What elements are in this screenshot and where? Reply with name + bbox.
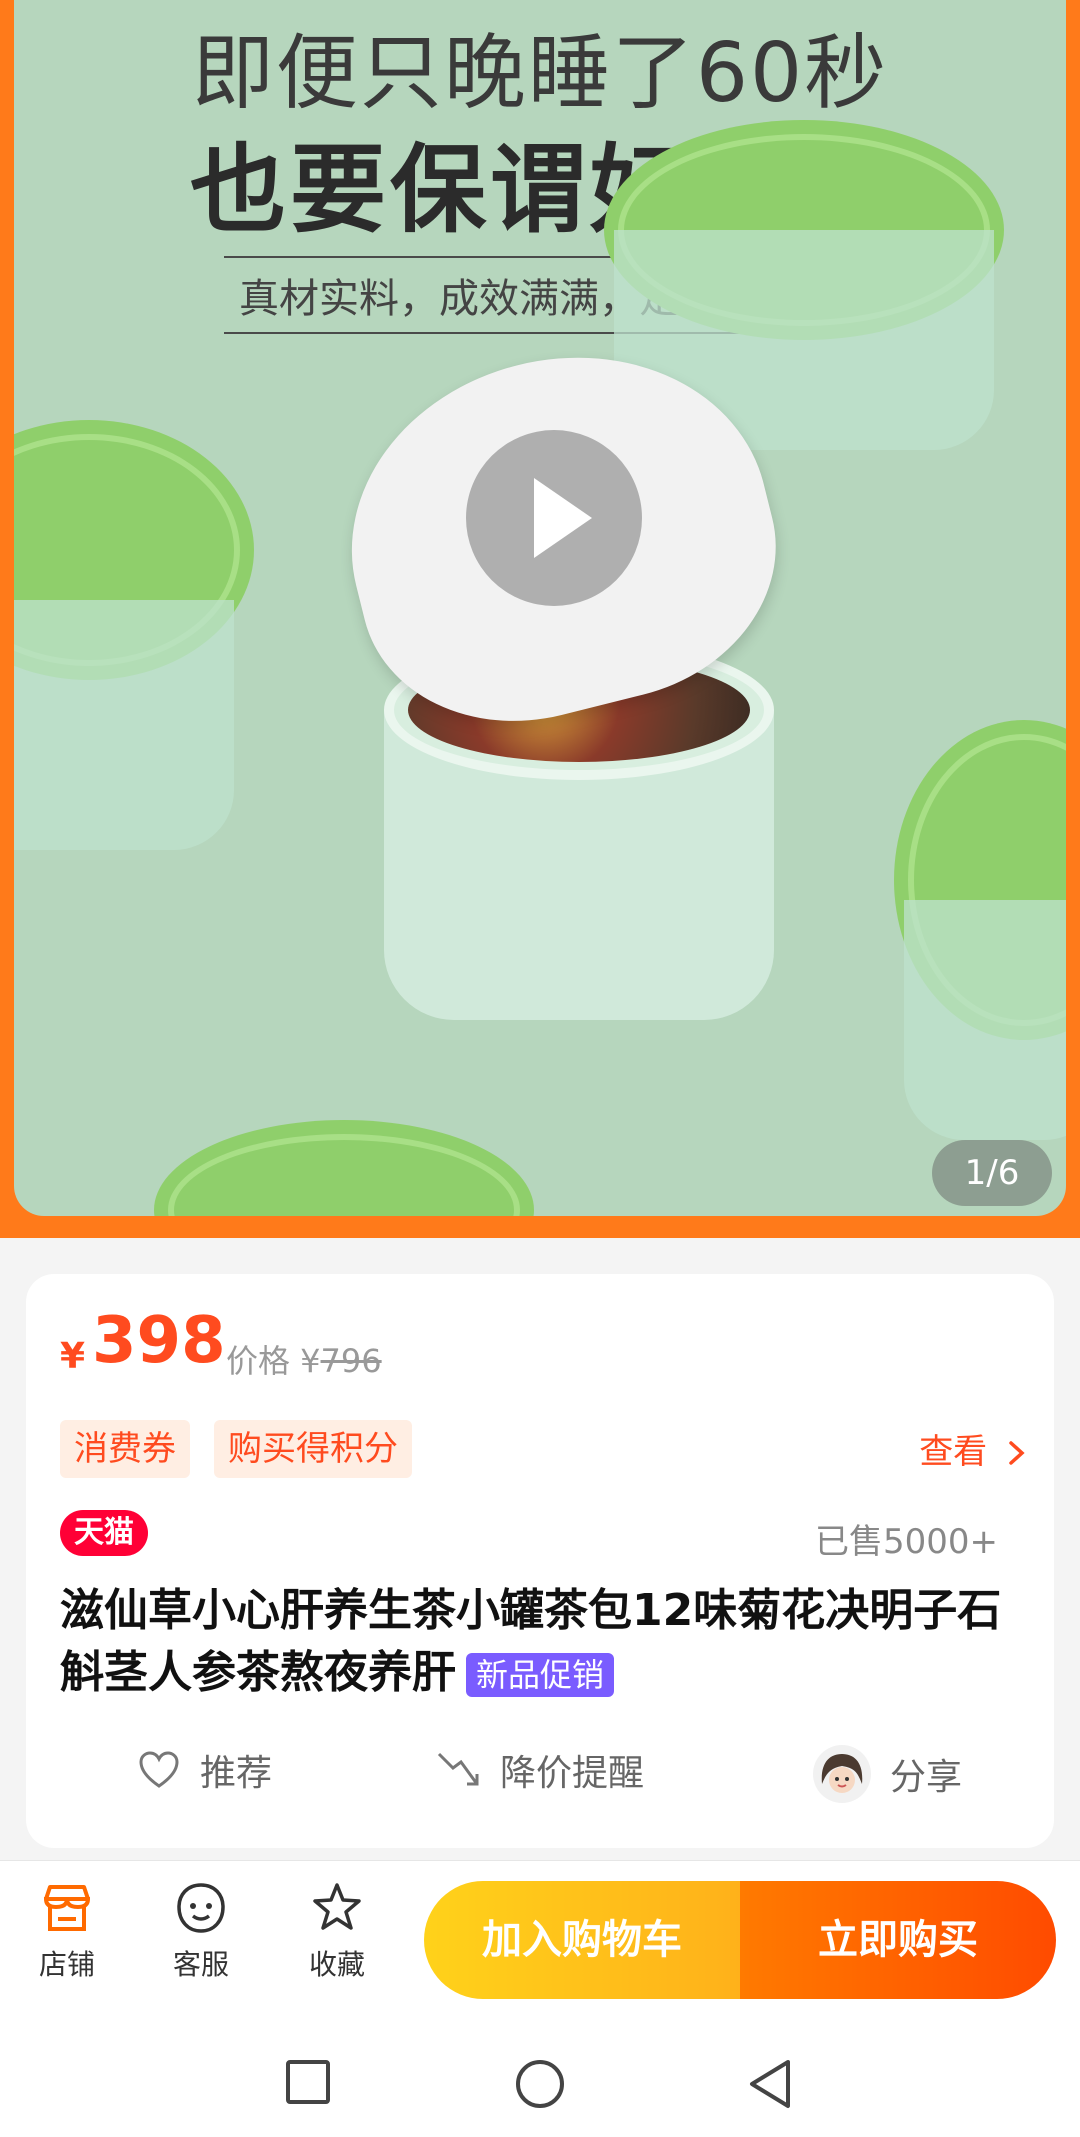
- original-price-value: 796: [320, 1342, 382, 1380]
- avatar-icon: [812, 1744, 872, 1804]
- service-label: 客服: [172, 1948, 229, 1981]
- star-icon: [313, 1883, 361, 1930]
- decor-cup: [154, 1120, 534, 1216]
- smiley-icon: [177, 1883, 225, 1933]
- favorite-tab[interactable]: 收藏: [282, 1881, 392, 1983]
- product-media[interactable]: 即便只晚睡了60秒 也要保谓好心肝 真材实料，成效满满，足料更高效 1/6: [0, 0, 1080, 1238]
- price-alert-label: 降价提醒: [500, 1753, 645, 1794]
- heart-icon: [136, 1747, 182, 1793]
- home-icon[interactable]: [514, 2058, 566, 2110]
- share-label: 分享: [890, 1757, 963, 1798]
- tmall-badge: 天猫: [60, 1510, 148, 1556]
- store-tab[interactable]: 店铺: [12, 1881, 122, 1983]
- buy-now-button[interactable]: 立即购买: [740, 1881, 1056, 1999]
- product-title: 滋仙草小心肝养生茶小罐茶包12味菊花决明子石斛茎人参茶熬夜养肝 新品促销: [60, 1580, 1020, 1704]
- decor-cup-body: [14, 600, 234, 850]
- back-icon[interactable]: [746, 2058, 794, 2110]
- recommend-button[interactable]: 推荐: [136, 1744, 272, 1796]
- system-navigation-bar: [0, 2008, 1080, 2137]
- store-label: 店铺: [38, 1948, 95, 1981]
- coupon-tag[interactable]: 消费券: [60, 1420, 190, 1478]
- see-offers-label: 查看: [919, 1432, 988, 1472]
- bottom-action-bar: 店铺 客服 收藏 加入购物车 立即购买: [0, 1860, 1080, 2009]
- original-price: 价格 ¥796: [226, 1336, 382, 1382]
- recent-apps-icon[interactable]: [284, 2058, 332, 2106]
- chevron-right-icon: [1008, 1432, 1026, 1472]
- favorite-label: 收藏: [308, 1948, 365, 1981]
- original-price-label: 价格 ¥: [226, 1342, 321, 1380]
- price-value: 398: [92, 1304, 226, 1378]
- decor-cup-body: [904, 900, 1066, 1140]
- see-offers-link[interactable]: 查看: [919, 1424, 1026, 1473]
- product-image[interactable]: 即便只晚睡了60秒 也要保谓好心肝 真材实料，成效满满，足料更高效: [14, 0, 1066, 1216]
- points-tag[interactable]: 购买得积分: [214, 1420, 412, 1478]
- price-alert-button[interactable]: 降价提醒: [436, 1744, 644, 1796]
- image-counter: 1/6: [932, 1140, 1052, 1206]
- promo-badge: 新品促销: [466, 1653, 615, 1697]
- sold-count: 已售5000+: [814, 1522, 998, 1562]
- share-button[interactable]: 分享: [812, 1744, 962, 1804]
- hero-headline: 即便只晚睡了60秒: [191, 26, 889, 121]
- store-icon: [43, 1885, 91, 1931]
- play-video-button[interactable]: [466, 430, 642, 606]
- recommend-label: 推荐: [200, 1753, 273, 1794]
- customer-service-tab[interactable]: 客服: [146, 1881, 256, 1983]
- product-info-card: ¥ 398 价格 ¥796 消费券 购买得积分 查看 天猫 已售5000+ 滋仙…: [26, 1274, 1054, 1848]
- add-to-cart-button[interactable]: 加入购物车: [424, 1881, 740, 1999]
- price-currency: ¥: [60, 1336, 86, 1377]
- trend-down-icon: [436, 1747, 482, 1793]
